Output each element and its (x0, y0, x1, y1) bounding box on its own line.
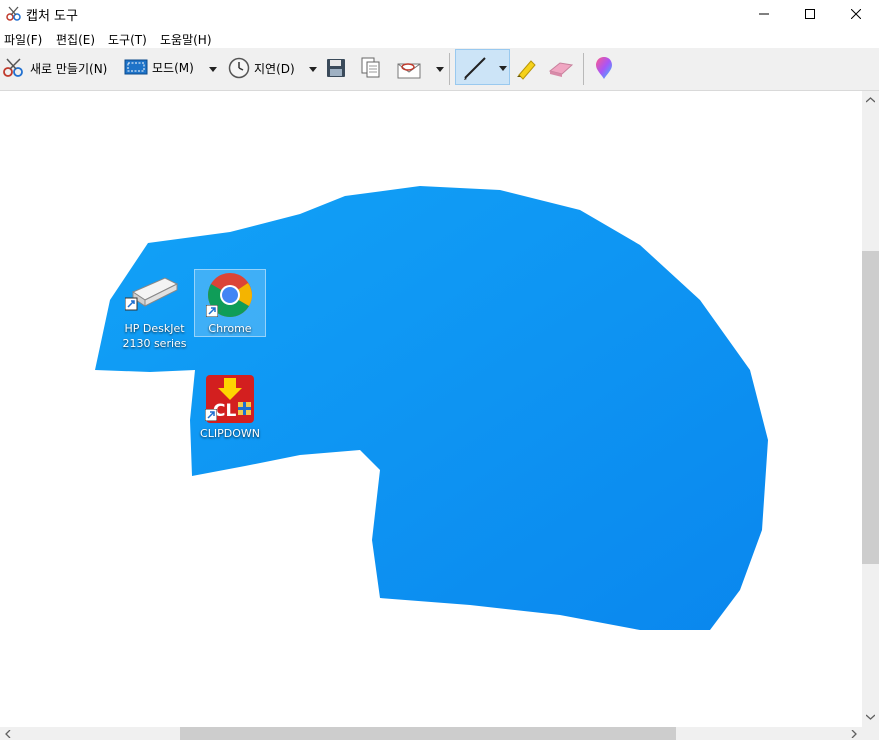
chrome-label: Chrome (208, 322, 252, 335)
clipdown-label: CLIPDOWN (200, 427, 260, 440)
mode-button[interactable]: 모드(M) (124, 58, 194, 76)
horizontal-scrollbar[interactable] (0, 727, 862, 740)
new-snip-label: 새로 만들기(N) (30, 61, 108, 76)
menu-tools[interactable]: 도구(T) (108, 31, 147, 48)
close-icon (851, 8, 861, 19)
close-button[interactable] (833, 0, 879, 27)
minimize-icon (759, 13, 769, 14)
send-dropdown-icon[interactable] (436, 67, 444, 72)
scroll-up-icon[interactable] (866, 97, 875, 103)
captured-snip (95, 186, 768, 630)
delay-label: 지연(D) (254, 61, 295, 76)
save-icon[interactable] (326, 58, 346, 78)
paint3d-icon[interactable] (595, 56, 613, 80)
title-bar: 캡처 도구 (0, 0, 879, 27)
mode-dropdown-icon[interactable] (209, 67, 217, 72)
new-snip-icon (3, 58, 23, 77)
snip-canvas[interactable]: HP DeskJet 2130 series Chrome CL CLIPDOW… (0, 91, 862, 727)
pen-dropdown-icon[interactable] (499, 66, 507, 71)
vertical-scroll-thumb[interactable] (862, 251, 879, 564)
copy-icon[interactable] (361, 57, 381, 79)
hp-label-line1: HP DeskJet (124, 322, 185, 335)
new-snip-button[interactable]: 새로 만들기(N) (2, 57, 107, 79)
toolbar-separator (583, 53, 584, 85)
desktop-icon-label: HP DeskJet 2130 series (112, 321, 197, 351)
scissors-icon (6, 6, 21, 21)
scroll-down-icon[interactable] (866, 714, 875, 720)
delay-button[interactable]: 지연(D) (228, 57, 295, 79)
menu-file[interactable]: 파일(F) (4, 31, 42, 48)
desktop-icon-hp-deskjet[interactable] (124, 272, 179, 315)
eraser-icon[interactable] (548, 57, 574, 79)
shortcut-arrow-icon (206, 305, 218, 317)
maximize-icon (805, 8, 815, 19)
scroll-left-icon[interactable] (5, 730, 11, 738)
menu-bar: 파일(F) 편집(E) 도구(T) 도움말(H) (0, 27, 879, 48)
horizontal-scroll-thumb[interactable] (180, 727, 676, 740)
pen-icon (464, 57, 486, 80)
scroll-right-icon[interactable] (851, 730, 857, 738)
window-title: 캡처 도구 (26, 9, 78, 24)
highlighter-icon[interactable] (514, 56, 538, 80)
toolbar: 새로 만들기(N) 모드(M) 지연(D) (0, 48, 879, 90)
mode-icon (124, 59, 148, 75)
menu-edit[interactable]: 편집(E) (56, 31, 95, 48)
hp-label-line2: 2130 series (122, 337, 187, 350)
send-email-icon[interactable] (397, 58, 423, 80)
delay-dropdown-icon[interactable] (309, 67, 317, 72)
maximize-button[interactable] (787, 0, 833, 27)
vertical-scrollbar[interactable] (862, 91, 879, 727)
toolbar-separator (449, 53, 450, 85)
delay-clock-icon (228, 57, 250, 79)
shortcut-arrow-icon (205, 409, 217, 421)
mode-label: 모드(M) (152, 60, 194, 75)
minimize-button[interactable] (741, 0, 787, 27)
printer-icon (124, 277, 179, 311)
menu-help[interactable]: 도움말(H) (160, 31, 212, 48)
scrollbar-corner (862, 727, 879, 740)
